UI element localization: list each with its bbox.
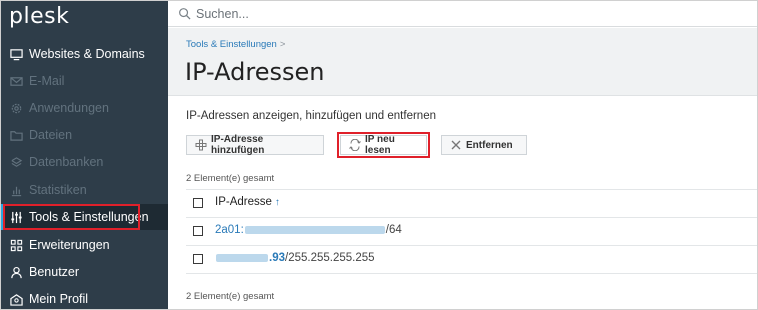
sidebar-item-dateien[interactable]: Dateien xyxy=(1,122,168,148)
gear-icon xyxy=(9,101,23,115)
sidebar-item-label: Datenbanken xyxy=(29,155,104,169)
breadcrumb-link-tools-settings[interactable]: Tools & Einstellungen xyxy=(186,39,277,50)
reread-ip-button[interactable]: IP neu lesen xyxy=(337,132,430,158)
column-header-ip[interactable]: IP-Adresse ↑ xyxy=(215,196,280,208)
monitor-icon xyxy=(9,47,23,61)
database-icon xyxy=(9,155,23,169)
table-row[interactable]: .93/255.255.255.255 xyxy=(215,252,375,264)
redacted-block xyxy=(244,225,385,234)
add-ip-label: IP-Adresse hinzufügen xyxy=(211,134,265,156)
page-title: IP-Adressen xyxy=(185,58,325,86)
row-checkbox[interactable] xyxy=(193,254,203,264)
select-all-checkbox[interactable] xyxy=(193,198,203,208)
sidebar-item-websites-domains[interactable]: Websites & Domains xyxy=(1,41,168,67)
row-checkbox[interactable] xyxy=(193,226,203,236)
mail-icon xyxy=(9,74,23,88)
add-ip-button[interactable]: IP-Adresse hinzufügen xyxy=(186,134,324,156)
table-row[interactable]: 2a01: /64 xyxy=(215,224,402,236)
item-count-bottom: 2 Element(e) gesamt xyxy=(186,291,275,302)
profile-icon xyxy=(9,292,23,306)
sort-ascending-icon: ↑ xyxy=(274,197,280,208)
sidebar-item-label: Erweiterungen xyxy=(29,238,110,252)
breadcrumb: Tools & Einstellungen > xyxy=(186,39,285,50)
sidebar-item-benutzer[interactable]: Benutzer xyxy=(1,259,168,285)
divider xyxy=(186,273,757,274)
sidebar-item-mein-profil[interactable]: Mein Profil xyxy=(1,286,168,309)
search-icon xyxy=(178,7,196,20)
ip-suffix: /255.255.255.255 xyxy=(285,252,375,264)
reread-ip-label: IP neu lesen xyxy=(365,134,395,156)
plus-icon xyxy=(195,139,211,151)
bar-chart-icon xyxy=(9,183,23,197)
remove-icon xyxy=(450,139,466,151)
sidebar-item-tools-settings[interactable]: Tools & Einstellungen xyxy=(1,204,168,230)
sidebar-item-label: Anwendungen xyxy=(29,101,109,115)
remove-label: Entfernen xyxy=(466,139,513,151)
sidebar-item-label: Dateien xyxy=(29,128,73,142)
grid-icon xyxy=(9,238,23,252)
folder-icon xyxy=(9,128,23,142)
breadcrumb-separator: > xyxy=(279,39,286,50)
page-header: Tools & Einstellungen > IP-Adressen xyxy=(168,28,757,96)
sidebar-item-label: E-Mail xyxy=(29,74,65,88)
sidebar-item-label: Statistiken xyxy=(29,183,87,197)
sidebar-item-statistiken[interactable]: Statistiken xyxy=(1,177,168,203)
divider xyxy=(186,217,757,218)
ip-link[interactable]: .93 xyxy=(269,252,285,264)
plesk-logo[interactable]: plesk xyxy=(9,4,69,32)
ip-suffix: /64 xyxy=(385,224,402,236)
search-bar xyxy=(168,1,757,27)
divider xyxy=(186,245,757,246)
sidebar-item-label: Mein Profil xyxy=(29,292,89,306)
sidebar-item-anwendungen[interactable]: Anwendungen xyxy=(1,95,168,121)
remove-button[interactable]: Entfernen xyxy=(441,135,527,155)
item-count-top: 2 Element(e) gesamt xyxy=(186,173,275,184)
sidebar-item-label: Websites & Domains xyxy=(29,47,145,61)
sidebar-item-label: Benutzer xyxy=(29,265,80,279)
ip-link[interactable]: 2a01: xyxy=(215,224,244,236)
main-content: IP-Adressen anzeigen, hinzufügen und ent… xyxy=(168,97,757,309)
sidebar-item-erweiterungen[interactable]: Erweiterungen xyxy=(1,232,168,258)
sidebar-item-email[interactable]: E-Mail xyxy=(1,68,168,94)
refresh-icon xyxy=(349,139,365,151)
sidebar: plesk Websites & Domains E-Mail Anwendun… xyxy=(1,1,168,309)
sidebar-item-datenbanken[interactable]: Datenbanken xyxy=(1,149,168,175)
app-window: plesk Websites & Domains E-Mail Anwendun… xyxy=(0,0,758,310)
page-description: IP-Adressen anzeigen, hinzufügen und ent… xyxy=(186,110,436,122)
redacted-block xyxy=(216,253,268,262)
divider xyxy=(186,189,757,190)
highlight-box xyxy=(3,204,140,230)
column-header-label: IP-Adresse xyxy=(215,196,272,208)
search-input[interactable] xyxy=(196,6,496,21)
user-icon xyxy=(9,265,23,279)
